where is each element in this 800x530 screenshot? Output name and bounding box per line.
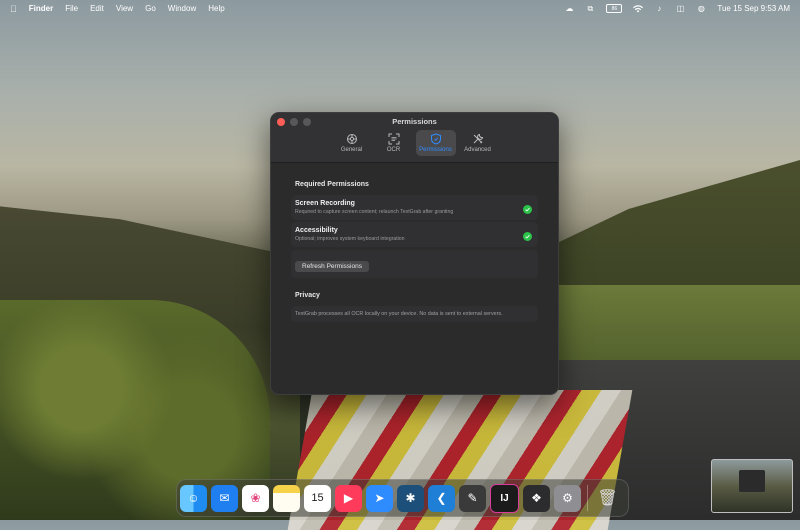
scan-icon: [388, 133, 399, 145]
permission-title: Accessibility: [295, 227, 338, 234]
dock-notes-icon[interactable]: [273, 484, 300, 512]
permissions-content: Required Permissions Screen Recording Re…: [271, 163, 558, 322]
tab-advanced-label: Advanced: [464, 147, 491, 153]
dock-mail-icon[interactable]: ✉: [211, 484, 238, 512]
menu-bar:  Finder File Edit View Go Window Help ☁…: [0, 0, 800, 17]
granted-check-icon: [523, 232, 532, 241]
dock-texteditor-icon[interactable]: ✎: [459, 484, 486, 512]
tab-general-label: General: [340, 147, 363, 153]
dock-intellij-icon[interactable]: IJ: [490, 483, 519, 513]
wifi-icon[interactable]: [633, 4, 644, 13]
permission-accessibility: Accessibility Optional; improves system …: [291, 222, 538, 247]
dock-finder-icon[interactable]: ☺: [180, 484, 207, 512]
shield-icon: [430, 133, 441, 145]
dock-settings-icon[interactable]: ⚙: [554, 484, 581, 512]
privacy-note: TextGrab processes all OCR locally on yo…: [291, 306, 538, 322]
menu-view[interactable]: View: [116, 4, 133, 13]
dock-vscode-icon[interactable]: ❮: [428, 484, 455, 512]
tab-permissions-label: Permissions: [419, 147, 452, 153]
dock-perplexity-icon[interactable]: ✱: [397, 484, 424, 512]
dock-photos-icon[interactable]: ❀: [242, 484, 269, 512]
window-title: Permissions: [392, 117, 437, 126]
menu-window[interactable]: Window: [168, 4, 196, 13]
menu-file[interactable]: File: [65, 4, 78, 13]
dock-music-icon[interactable]: ▶: [335, 484, 362, 512]
required-permissions-heading: Required Permissions: [295, 181, 369, 188]
dock: ☺ ✉ ❀ 15 ▶ ➤ ✱ ❮ ✎ IJ ❖ ⚙ 🗑: [176, 479, 629, 517]
dock-trash-icon[interactable]: 🗑: [594, 485, 621, 512]
tab-general[interactable]: General: [332, 130, 372, 156]
permission-subtitle: Required to capture screen content; rela…: [295, 209, 454, 215]
dock-calendar-icon[interactable]: 15: [304, 484, 331, 512]
permissions-window: Permissions General OCR Permissions Adva…: [270, 112, 559, 395]
refresh-row: Refresh Permissions: [291, 250, 538, 278]
window-titlebar[interactable]: Permissions General OCR Permissions Adva…: [271, 113, 558, 163]
refresh-permissions-button[interactable]: Refresh Permissions: [295, 261, 369, 272]
dock-chatgpt-icon[interactable]: ❖: [523, 484, 550, 512]
siri-icon[interactable]: ◍: [696, 4, 706, 13]
screenshot-thumbnail[interactable]: [711, 459, 793, 513]
menu-help[interactable]: Help: [208, 4, 224, 13]
tab-permissions[interactable]: Permissions: [415, 130, 456, 156]
wallpaper-hill-right: [555, 160, 800, 300]
dock-safari-icon[interactable]: ➤: [366, 484, 393, 512]
tab-ocr[interactable]: OCR: [374, 130, 414, 156]
apple-menu-icon[interactable]: : [10, 4, 17, 14]
permission-title: Screen Recording: [295, 200, 355, 207]
tools-icon: [473, 133, 483, 144]
gear-icon: [346, 134, 357, 144]
battery-icon[interactable]: 86: [606, 4, 623, 13]
menu-datetime[interactable]: Tue 15 Sep 9:53 AM: [717, 4, 790, 13]
cloud-icon[interactable]: ☁: [564, 4, 574, 13]
menu-app-name[interactable]: Finder: [29, 4, 53, 13]
tab-advanced[interactable]: Advanced: [458, 130, 498, 156]
music-note-icon[interactable]: ♪: [654, 4, 664, 13]
thumbnail-window-preview: [739, 470, 765, 492]
menu-edit[interactable]: Edit: [90, 4, 104, 13]
permission-screen-recording: Screen Recording Required to capture scr…: [291, 195, 538, 220]
screen-scan-icon[interactable]: ⧉: [585, 4, 595, 13]
tab-ocr-label: OCR: [386, 147, 401, 153]
privacy-heading: Privacy: [295, 292, 320, 299]
permission-subtitle: Optional; improves system keyboard integ…: [295, 236, 405, 242]
granted-check-icon: [523, 205, 532, 214]
control-center-icon[interactable]: ◫: [675, 4, 685, 13]
menu-go[interactable]: Go: [145, 4, 156, 13]
dock-separator: [587, 485, 588, 511]
settings-tabs: General OCR Permissions Advanced: [271, 130, 558, 156]
